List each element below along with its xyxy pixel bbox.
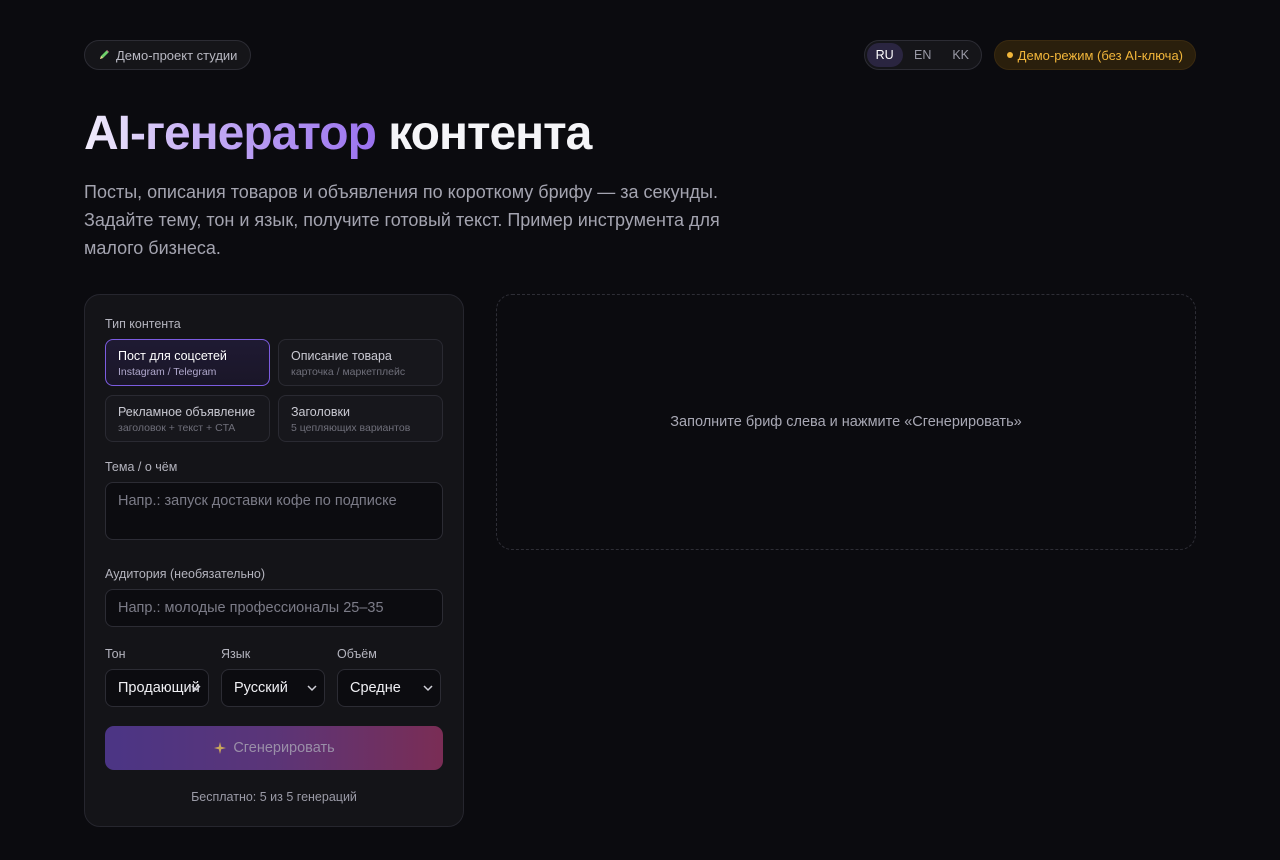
audience-input[interactable] bbox=[105, 589, 443, 627]
options-row: Тон Продающий Язык Русский Объём Средне bbox=[105, 647, 443, 707]
content-type-product-description[interactable]: Описание товара карточка / маркетплейс bbox=[278, 339, 443, 386]
top-bar: Демо-проект студии RU EN KK Демо-режим (… bbox=[84, 40, 1196, 70]
language-value: Русский bbox=[234, 680, 288, 696]
tone-value: Продающий bbox=[118, 680, 200, 696]
topic-input[interactable] bbox=[105, 482, 443, 540]
content-type-subtitle: 5 цепляющих вариантов bbox=[291, 422, 411, 434]
brief-form: Тип контента Пост для соцсетей Instagram… bbox=[84, 294, 464, 827]
content-type-headlines[interactable]: Заголовки 5 цепляющих вариантов bbox=[278, 395, 443, 442]
generate-block: Сгенерировать bbox=[105, 726, 443, 770]
content-type-title: Пост для соцсетей bbox=[118, 349, 227, 363]
language-switcher: RU EN KK bbox=[863, 40, 982, 70]
studio-pill: Демо-проект студии bbox=[84, 40, 252, 70]
tone-label: Тон bbox=[105, 647, 126, 661]
content-type-ad[interactable]: Рекламное объявление заголовок + текст +… bbox=[105, 395, 270, 442]
demo-mode-label: Демо-режим (без AI-ключа) bbox=[1017, 47, 1183, 63]
content-type-title: Рекламное объявление bbox=[118, 405, 256, 419]
topic-label: Тема / о чём bbox=[105, 460, 178, 474]
language-label: Язык bbox=[221, 647, 251, 661]
title-highlight: AI-генератор bbox=[84, 107, 377, 160]
demo-mode-badge: Демо-режим (без AI-ключа) bbox=[993, 40, 1196, 70]
chevron-down-icon bbox=[191, 685, 201, 692]
content-type-label: Тип контента bbox=[105, 317, 181, 331]
title-rest: контента bbox=[388, 107, 592, 160]
generate-button[interactable]: Сгенерировать bbox=[105, 726, 443, 770]
language-select[interactable]: Русский bbox=[221, 669, 325, 707]
content-type-subtitle: Instagram / Telegram bbox=[118, 366, 217, 378]
content-type-social-post[interactable]: Пост для соцсетей Instagram / Telegram bbox=[105, 339, 270, 386]
status-dot-icon bbox=[1006, 52, 1013, 58]
length-value: Средне bbox=[350, 680, 401, 696]
audience-label: Аудитория (необязательно) bbox=[105, 567, 265, 581]
length-label: Объём bbox=[337, 647, 377, 661]
page-subtitle: Посты, описания товаров и объявления по … bbox=[84, 182, 720, 258]
content-type-grid: Пост для соцсетей Instagram / Telegram О… bbox=[105, 339, 443, 442]
quota-text: Бесплатно: 5 из 5 генераций bbox=[191, 790, 357, 804]
length-select[interactable]: Средне bbox=[337, 669, 441, 707]
topic-field-block: Тема / о чём bbox=[105, 460, 443, 545]
generate-label: Сгенерировать bbox=[233, 740, 335, 756]
chevron-down-icon bbox=[307, 685, 317, 692]
lang-ru-button[interactable]: RU bbox=[866, 43, 903, 67]
lang-kk-button[interactable]: KK bbox=[943, 43, 979, 67]
content-type-title: Описание товара bbox=[291, 349, 392, 363]
content-type-subtitle: заголовок + текст + CTA bbox=[118, 422, 236, 434]
content-type-subtitle: карточка / маркетплейс bbox=[291, 366, 406, 378]
chevron-down-icon bbox=[423, 685, 433, 692]
sparkles-icon bbox=[214, 742, 227, 754]
page-title: AI-генератор контента bbox=[84, 106, 592, 162]
header-right: RU EN KK Демо-режим (без AI-ключа) bbox=[863, 40, 1196, 70]
content-type-title: Заголовки bbox=[291, 405, 350, 419]
studio-label: Демо-проект студии bbox=[116, 47, 238, 63]
tone-select[interactable]: Продающий bbox=[105, 669, 209, 707]
output-panel: Заполните бриф слева и нажмите «Сгенерир… bbox=[496, 294, 1196, 550]
audience-field-block: Аудитория (необязательно) bbox=[105, 567, 443, 627]
output-empty-text: Заполните бриф слева и нажмите «Сгенерир… bbox=[670, 414, 1022, 430]
pencil-icon bbox=[100, 50, 109, 59]
lang-en-button[interactable]: EN bbox=[905, 43, 941, 67]
